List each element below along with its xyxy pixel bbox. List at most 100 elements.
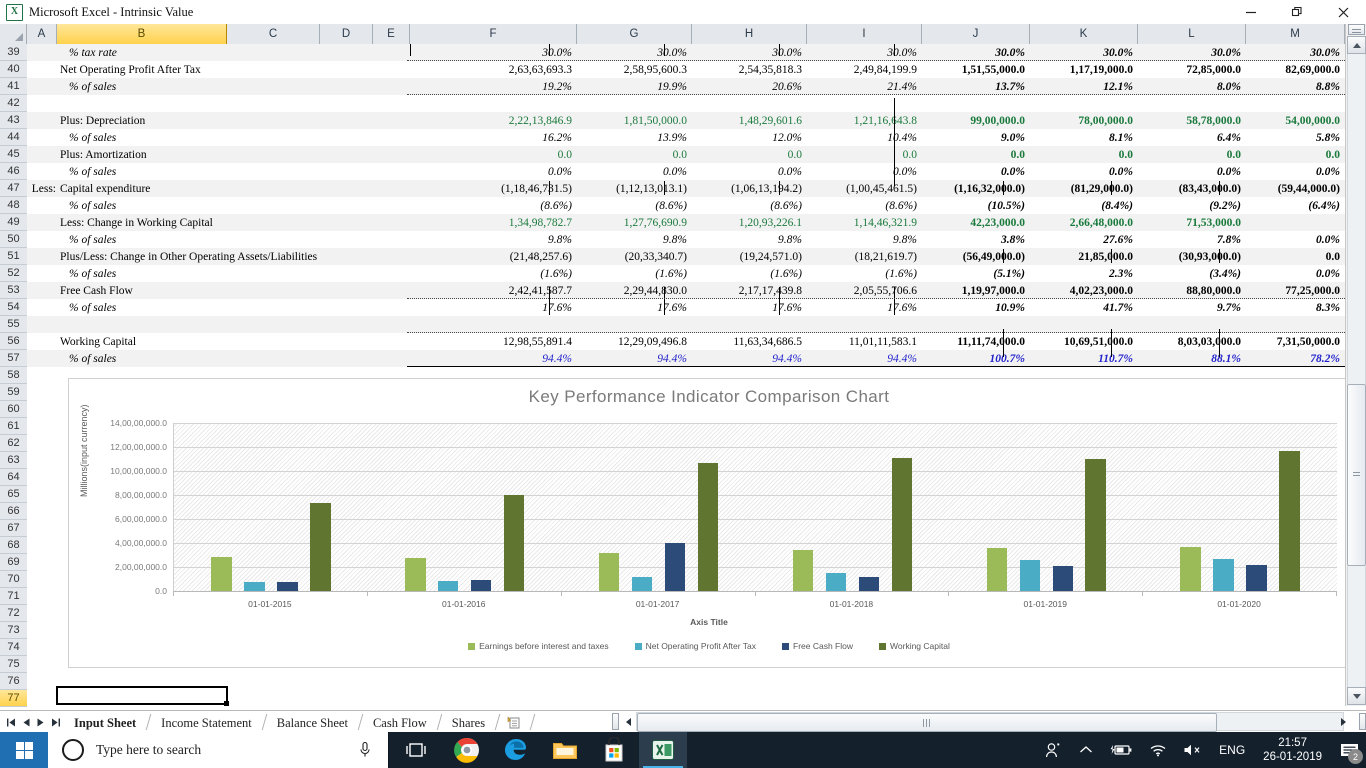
table-cell[interactable]: 30.0% <box>922 44 1029 61</box>
table-cell[interactable]: 42,23,000.0 <box>922 214 1029 231</box>
table-cell[interactable]: 13.7% <box>922 78 1029 95</box>
table-cell[interactable]: (1.6%) <box>692 265 806 282</box>
row-header-72[interactable]: 72 <box>0 605 27 622</box>
table-row[interactable]: Less: Change in Working Capital 1,34,98,7… <box>27 214 1345 231</box>
row-header-43[interactable]: 43 <box>0 112 27 129</box>
row-header-44[interactable]: 44 <box>0 129 27 146</box>
row-header-47[interactable]: 47 <box>0 180 27 197</box>
row-header-50[interactable]: 50 <box>0 231 27 248</box>
column-header-k[interactable]: K <box>1030 24 1138 44</box>
insert-worksheet-icon[interactable] <box>498 711 532 733</box>
table-cell[interactable]: 0.0% <box>1138 163 1245 180</box>
row-header-75[interactable]: 75 <box>0 656 27 673</box>
table-cell[interactable]: 1,81,50,000.0 <box>577 112 691 129</box>
sheet-tab-balance-sheet[interactable]: Balance Sheet <box>265 711 360 733</box>
table-row[interactable]: % of sales 16.2% 13.9% 12.0% 10.4% 9.0% 8.1% 6.… <box>27 129 1345 146</box>
active-cell[interactable] <box>56 686 229 706</box>
table-cell[interactable]: (81,29,000.0) <box>1030 180 1137 197</box>
table-cell[interactable]: (8.6%) <box>692 197 806 214</box>
table-cell[interactable]: 17.6% <box>692 299 806 316</box>
row-header-61[interactable]: 61 <box>0 418 27 435</box>
table-cell[interactable]: 0.0 <box>1246 248 1344 265</box>
table-cell[interactable]: 7.8% <box>1138 231 1245 248</box>
table-cell[interactable]: 0.0% <box>1246 265 1344 282</box>
language-indicator[interactable]: ENG <box>1211 732 1253 768</box>
table-cell[interactable]: (10.5%) <box>922 197 1029 214</box>
table-cell[interactable]: (20,33,340.7) <box>577 248 691 265</box>
row-header-73[interactable]: 73 <box>0 622 27 639</box>
table-cell[interactable]: 9.0% <box>922 129 1029 146</box>
row-header-46[interactable]: 46 <box>0 163 27 180</box>
table-row[interactable]: Plus/Less: Change in Other Operating Ass… <box>27 248 1345 265</box>
table-cell[interactable]: 78,00,000.0 <box>1030 112 1137 129</box>
table-row[interactable]: % of sales 19.2% 19.9% 20.6% 21.4% 13.7% 12.1%… <box>27 78 1345 95</box>
table-row[interactable]: % of sales (1.6%) (1.6%) (1.6%) (1.6%) (5.1%)… <box>27 265 1345 282</box>
table-cell[interactable]: 94.4% <box>692 350 806 367</box>
worksheet-grid[interactable]: % tax rate 30.0% 30.0% 30.0% 30.0% 30.0% 30.0%… <box>27 44 1345 706</box>
table-cell[interactable]: 0.0% <box>807 163 921 180</box>
table-cell[interactable]: (30,93,000.0) <box>1138 248 1245 265</box>
sheet-tab-cash-flow[interactable]: Cash Flow <box>361 711 439 733</box>
table-cell[interactable]: 0.0 <box>807 146 921 163</box>
excel-taskbar-icon[interactable] <box>639 732 687 768</box>
volume-muted-icon[interactable] <box>1175 732 1211 768</box>
table-cell[interactable]: 12,98,55,891.4 <box>410 333 576 350</box>
table-cell[interactable]: (1.6%) <box>577 265 691 282</box>
table-cell[interactable]: 1,19,97,000.0 <box>922 282 1029 299</box>
table-cell[interactable]: 10,69,51,000.0 <box>1030 333 1137 350</box>
file-explorer-icon[interactable] <box>541 732 589 768</box>
row-header-63[interactable]: 63 <box>0 452 27 469</box>
restore-button[interactable] <box>1274 0 1320 24</box>
row-header-59[interactable]: 59 <box>0 384 27 401</box>
table-cell[interactable]: 5.8% <box>1246 129 1344 146</box>
table-cell[interactable]: (8.4%) <box>1030 197 1137 214</box>
table-cell[interactable]: 1,14,46,321.9 <box>807 214 921 231</box>
table-cell[interactable]: (1,16,32,000.0) <box>922 180 1029 197</box>
row-header-52[interactable]: 52 <box>0 265 27 282</box>
table-cell[interactable]: 1,21,16,643.8 <box>807 112 921 129</box>
column-header-h[interactable]: H <box>692 24 807 44</box>
table-cell[interactable]: 30.0% <box>1246 44 1344 61</box>
horizontal-scroll-track[interactable] <box>636 712 1344 732</box>
table-cell[interactable]: 0.0 <box>410 146 576 163</box>
tab-split-handle[interactable] <box>612 713 619 730</box>
table-cell[interactable]: (1.6%) <box>410 265 576 282</box>
table-cell[interactable]: 0.0 <box>692 146 806 163</box>
column-header-l[interactable]: L <box>1138 24 1246 44</box>
table-row[interactable]: Working Capital 12,98,55,891.4 12,29,09,49… <box>27 333 1345 350</box>
table-cell[interactable]: (56,49,000.0) <box>922 248 1029 265</box>
table-cell[interactable]: 27.6% <box>1030 231 1137 248</box>
table-cell[interactable]: 2,49,84,199.9 <box>807 61 921 78</box>
table-cell[interactable]: 2,66,48,000.0 <box>1030 214 1137 231</box>
previous-sheet-button[interactable] <box>22 717 31 728</box>
table-cell[interactable]: 9.8% <box>410 231 576 248</box>
table-cell[interactable]: 2,54,35,818.3 <box>692 61 806 78</box>
table-cell[interactable]: 2,63,63,693.3 <box>410 61 576 78</box>
row-header-56[interactable]: 56 <box>0 333 27 350</box>
column-header-c[interactable]: C <box>227 24 320 44</box>
table-cell[interactable]: (19,24,571.0) <box>692 248 806 265</box>
table-cell[interactable]: (1.6%) <box>807 265 921 282</box>
table-cell[interactable]: 12.1% <box>1030 78 1137 95</box>
table-cell[interactable]: (83,43,000.0) <box>1138 180 1245 197</box>
table-row[interactable]: Net Operating Profit After Tax 2,63,63,69… <box>27 61 1345 78</box>
table-cell[interactable]: 3.8% <box>922 231 1029 248</box>
table-cell[interactable]: (8.6%) <box>577 197 691 214</box>
table-cell[interactable]: 17.6% <box>410 299 576 316</box>
table-cell[interactable]: 72,85,000.0 <box>1138 61 1245 78</box>
battery-icon[interactable] <box>1101 732 1141 768</box>
row-header-39[interactable]: 39 <box>0 44 27 61</box>
column-header-a[interactable]: A <box>27 24 57 44</box>
scroll-track-lower[interactable] <box>1347 566 1366 687</box>
row-header-42[interactable]: 42 <box>0 95 27 112</box>
row-header-76[interactable]: 76 <box>0 673 27 690</box>
table-row[interactable]: % of sales 0.0% 0.0% 0.0% 0.0% 0.0% 0.0% 0.0% 0.… <box>27 163 1345 180</box>
table-row[interactable]: % of sales 94.4% 94.4% 94.4% 94.4% 100.7% 110.… <box>27 350 1345 367</box>
table-cell[interactable]: 16.2% <box>410 129 576 146</box>
table-cell[interactable]: 0.0% <box>922 163 1029 180</box>
sheet-tab-income-statement[interactable]: Income Statement <box>149 711 264 733</box>
table-cell[interactable]: 10.4% <box>807 129 921 146</box>
column-header-b[interactable]: B <box>57 24 227 44</box>
table-cell[interactable]: 1,51,55,000.0 <box>922 61 1029 78</box>
scroll-down-button[interactable] <box>1347 687 1366 705</box>
